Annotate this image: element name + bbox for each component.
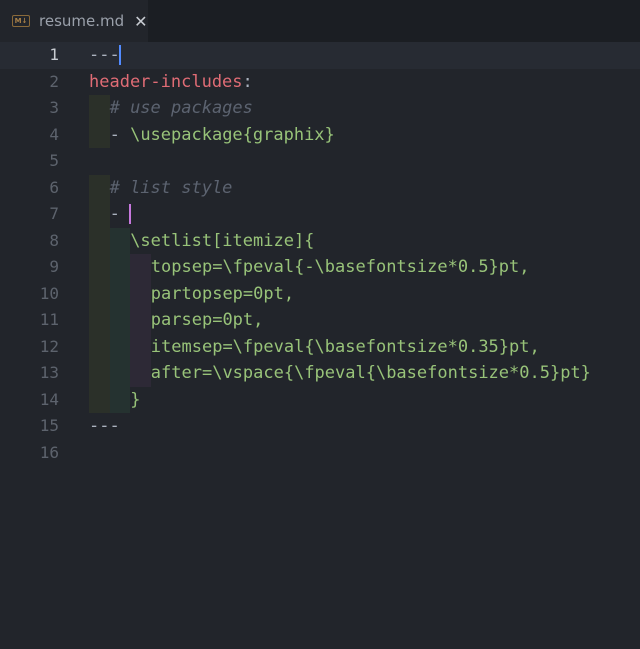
code-line[interactable]: 11 parsep=0pt,	[0, 307, 640, 334]
indent-guide	[130, 254, 151, 281]
line-number: 10	[39, 283, 59, 303]
code-line[interactable]: 4 - \usepackage{graphix}	[0, 121, 640, 148]
code-line[interactable]: 12 itemsep=\fpeval{\basefontsize*0.35}pt…	[0, 333, 640, 360]
line-number: 9	[49, 257, 59, 276]
indent-guide	[130, 280, 151, 307]
line-number: 14	[39, 389, 59, 409]
code-text: ---	[89, 416, 120, 436]
tab-title: resume.md	[39, 12, 125, 30]
line-number: 3	[49, 98, 59, 117]
indent-guide	[130, 360, 151, 387]
indent-guide	[109, 227, 131, 254]
code-line[interactable]: 2 header-includes:	[0, 69, 640, 96]
code-text: ---	[89, 45, 120, 65]
indent-guide	[109, 254, 131, 281]
line-number: 8	[49, 230, 59, 250]
code-text: \usepackage{graphix}	[130, 124, 335, 145]
code-line[interactable]: 5	[0, 148, 640, 175]
indent-guide	[89, 174, 110, 201]
line-number: 12	[39, 336, 59, 356]
yaml-key: header-includes	[89, 71, 243, 92]
line-number: 1	[49, 45, 59, 64]
indent-guide	[89, 201, 110, 228]
code-text: after=\vspace{\fpeval{\basefontsize*0.5}…	[150, 363, 591, 383]
markdown-icon: M↓	[12, 15, 30, 27]
code-text: }	[130, 389, 141, 410]
tab-bar: M↓ resume.md ✕	[0, 0, 640, 42]
indent-guide	[109, 307, 131, 334]
code-editor[interactable]: 1 --- 2 header-includes: 3 # use package…	[0, 42, 640, 649]
indent-guide	[130, 307, 151, 334]
code-comment: # list style	[109, 177, 233, 198]
indent-guide	[89, 121, 110, 148]
code-comment: # use packages	[109, 98, 253, 118]
indent-guide	[130, 333, 151, 360]
code-line[interactable]: 13 after=\vspace{\fpeval{\basefontsize*0…	[0, 360, 640, 387]
code-text: partopsep=0pt,	[150, 283, 295, 304]
indent-guide	[89, 227, 110, 254]
indent-guide	[109, 280, 131, 307]
code-line[interactable]: 8 \setlist[itemize]{	[0, 227, 640, 254]
line-number: 15	[39, 416, 59, 435]
tab-resume-md[interactable]: M↓ resume.md ✕	[0, 0, 148, 42]
indent-guide	[89, 386, 110, 413]
code-line[interactable]: 3 # use packages	[0, 95, 640, 122]
text-cursor	[118, 45, 121, 65]
line-number: 4	[49, 124, 59, 144]
line-number: 11	[39, 310, 59, 329]
text-cursor	[129, 204, 132, 224]
indent-guide	[89, 333, 110, 360]
indent-guide	[89, 360, 110, 387]
indent-guide	[89, 307, 110, 334]
line-number: 7	[49, 204, 59, 223]
indent-guide	[89, 280, 110, 307]
indent-guide	[89, 254, 110, 281]
code-line[interactable]: 16	[0, 440, 640, 467]
close-icon[interactable]: ✕	[134, 12, 147, 31]
colon: :	[242, 71, 253, 92]
code-line[interactable]: 6 # list style	[0, 174, 640, 201]
code-line[interactable]: 10 partopsep=0pt,	[0, 280, 640, 307]
indent-guide	[109, 333, 131, 360]
indent-guide	[109, 360, 131, 387]
code-line[interactable]: 14 }	[0, 386, 640, 413]
code-line[interactable]: 1 ---	[0, 42, 640, 69]
list-dash: -	[109, 124, 131, 145]
code-line[interactable]: 15 ---	[0, 413, 640, 440]
code-line[interactable]: 9 topsep=\fpeval{-\basefontsize*0.5}pt,	[0, 254, 640, 281]
code-text: itemsep=\fpeval{\basefontsize*0.35}pt,	[150, 336, 540, 357]
line-number: 5	[49, 151, 59, 170]
code-text: \setlist[itemize]{	[130, 230, 315, 251]
list-dash: -	[109, 204, 131, 224]
line-number: 16	[39, 442, 59, 462]
indent-guide	[109, 386, 131, 413]
indent-guide	[89, 95, 110, 122]
code-text: topsep=\fpeval{-\basefontsize*0.5}pt,	[150, 257, 530, 277]
code-text: parsep=0pt,	[150, 310, 264, 330]
code-line[interactable]: 7 -	[0, 201, 640, 228]
line-number: 13	[39, 363, 59, 382]
line-number: 2	[49, 71, 59, 91]
line-number: 6	[49, 177, 59, 197]
